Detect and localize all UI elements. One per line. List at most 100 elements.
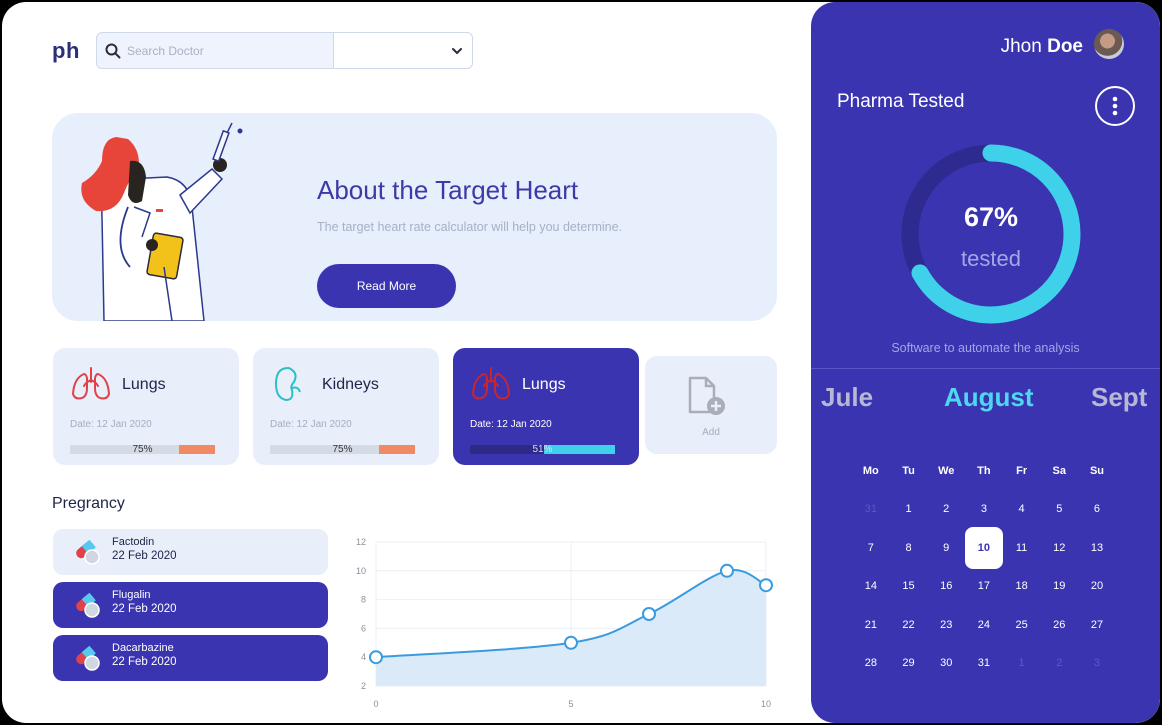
user-last-name: Doe (1047, 36, 1083, 57)
divider (811, 368, 1160, 369)
calendar-day[interactable]: 6 (1078, 503, 1116, 515)
organ-date: Date: 12 Jan 2020 (270, 419, 352, 430)
calendar-day[interactable]: 15 (890, 580, 928, 592)
calendar-day[interactable]: 16 (927, 580, 965, 592)
add-file-icon (688, 376, 725, 415)
weekday-label: We (938, 465, 955, 477)
organ-date: Date: 12 Jan 2020 (470, 419, 552, 430)
pill-icon (76, 539, 100, 565)
calendar-week: 28 29 30 31 1 2 3 (852, 644, 1116, 683)
calendar-day[interactable]: 26 (1040, 619, 1078, 631)
search-input[interactable] (127, 43, 317, 58)
chart-point (642, 607, 656, 621)
calendar-day[interactable]: 1 (1003, 657, 1041, 669)
weekday-label: Tu (902, 465, 915, 477)
chart-point (759, 578, 773, 593)
calendar-day[interactable]: 7 (852, 542, 890, 554)
medicine-item[interactable]: Flugalin 22 Feb 2020 (53, 582, 328, 628)
medicine-name: Flugalin (112, 589, 151, 601)
calendar-day[interactable]: 19 (1040, 580, 1078, 592)
search-box[interactable] (96, 32, 334, 69)
avatar[interactable] (1094, 29, 1124, 59)
hero-title-emphasis: Target Heart (435, 175, 579, 205)
search-category-select[interactable] (333, 32, 473, 69)
y-tick-label: 10 (356, 566, 366, 576)
more-options-button[interactable] (1095, 86, 1135, 126)
calendar-day[interactable]: 8 (890, 542, 928, 554)
x-tick-label: 10 (761, 699, 771, 709)
calendar-day[interactable]: 3 (1078, 657, 1116, 669)
calendar-day[interactable]: 1 (890, 503, 928, 515)
medicine-item[interactable]: Dacarbazine 22 Feb 2020 (53, 635, 328, 681)
calendar-day[interactable]: 18 (1003, 580, 1041, 592)
x-tick-label: 0 (373, 699, 378, 709)
calendar-week: 31 1 2 3 4 5 6 (852, 490, 1116, 529)
y-tick-label: 2 (361, 681, 366, 691)
calendar-day[interactable]: 28 (852, 657, 890, 669)
y-tick-label: 8 (361, 595, 366, 605)
medicine-date: 22 Feb 2020 (112, 550, 177, 562)
organ-name: Kidneys (322, 376, 379, 393)
calendar-day[interactable]: 17 (965, 580, 1003, 592)
calendar-day[interactable]: 31 (965, 657, 1003, 669)
calendar-day[interactable]: 11 (1003, 542, 1041, 554)
month-prev[interactable]: Jule (821, 382, 873, 413)
calendar-day[interactable]: 13 (1078, 542, 1116, 554)
user-name[interactable]: Jhon Doe (1001, 36, 1083, 58)
month-next[interactable]: Sept (1091, 382, 1147, 413)
calendar-day[interactable]: 27 (1078, 619, 1116, 631)
organ-progress-label: 51% (532, 444, 553, 455)
pregnancy-chart: 2 4 6 8 10 12 0 5 10 (356, 537, 773, 709)
add-card-button[interactable]: Add (645, 356, 777, 454)
medicine-date: 22 Feb 2020 (112, 603, 177, 615)
calendar-day[interactable]: 2 (927, 503, 965, 515)
organ-progress-bar: 51% (470, 444, 615, 455)
app-logo[interactable]: ph (52, 38, 80, 64)
organ-card-lungs-active[interactable]: Lungs Date: 12 Jan 2020 51% (453, 348, 639, 465)
calendar-day[interactable]: 30 (927, 657, 965, 669)
organ-card-lungs[interactable]: Lungs Date: 12 Jan 2020 75% (53, 348, 239, 465)
calendar-day[interactable]: 23 (927, 619, 965, 631)
calendar-week: 21 22 23 24 25 26 27 (852, 606, 1116, 645)
organ-progress-label: 75% (132, 444, 153, 455)
calendar-day[interactable]: 25 (1003, 619, 1041, 631)
medicine-item[interactable]: Factodin 22 Feb 2020 (53, 529, 328, 575)
calendar-day[interactable]: 5 (1040, 503, 1078, 515)
calendar-day[interactable]: 29 (890, 657, 928, 669)
organ-card-kidneys[interactable]: Kidneys Date: 12 Jan 2020 75% (253, 348, 439, 465)
ring-caption: Software to automate the analysis (891, 341, 1080, 355)
add-label: Add (702, 427, 720, 438)
calendar-day[interactable]: 14 (852, 580, 890, 592)
organ-date: Date: 12 Jan 2020 (70, 419, 152, 430)
calendar-day[interactable]: 22 (890, 619, 928, 631)
chart-point (369, 650, 383, 665)
search-icon (105, 43, 121, 58)
pregnancy-title: Pregrancy (52, 495, 125, 512)
lungs-icon (471, 367, 511, 400)
calendar-day[interactable]: 31 (852, 503, 890, 515)
month-current[interactable]: August (944, 382, 1034, 413)
hero-banner: About the Target Heart The target heart … (52, 113, 777, 321)
calendar-day[interactable]: 9 (927, 542, 965, 554)
lungs-icon (71, 367, 111, 400)
calendar-week: 14 15 16 17 18 19 20 (852, 567, 1116, 606)
calendar-day[interactable]: 12 (1040, 542, 1078, 554)
calendar-day[interactable]: 4 (1003, 503, 1041, 515)
calendar-day[interactable]: 24 (965, 619, 1003, 631)
calendar-day[interactable]: 3 (965, 503, 1003, 515)
calendar-day[interactable]: 20 (1078, 580, 1116, 592)
calendar-day-selected[interactable]: 10 (965, 526, 1003, 569)
kidney-icon (274, 366, 301, 402)
weekday-label: Th (977, 465, 991, 477)
calendar-day[interactable]: 21 (852, 619, 890, 631)
y-tick-label: 6 (361, 623, 366, 633)
calendar-grid: Mo Tu We Th Fr Sa Su 31 1 2 3 4 5 6 7 8 9 10 11 12 13 14 15 16 1… (852, 452, 1116, 683)
medicine-date: 22 Feb 2020 (112, 656, 177, 668)
panel-title: Pharma Tested (837, 91, 965, 112)
calendar-day[interactable]: 2 (1040, 657, 1078, 669)
x-tick-label: 5 (568, 699, 573, 709)
organ-progress-label: 75% (332, 444, 353, 455)
read-more-button[interactable]: Read More (317, 264, 456, 308)
medicine-name: Factodin (112, 536, 155, 548)
ring-label: tested (961, 246, 1021, 271)
